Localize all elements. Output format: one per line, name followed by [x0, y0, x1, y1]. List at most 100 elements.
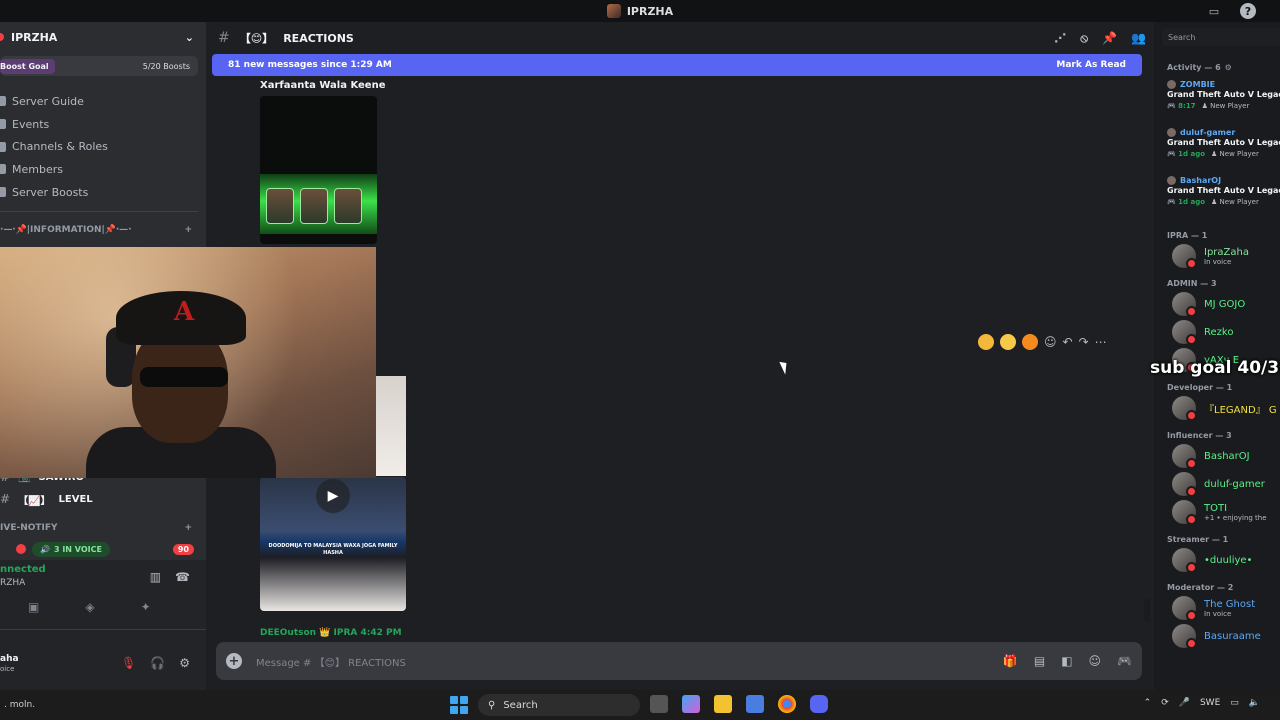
inbox-icon[interactable]: ▭: [1206, 3, 1222, 19]
new-messages-bar[interactable]: 81 new messages since 1:29 AM Mark As Re…: [212, 54, 1142, 76]
message-composer[interactable]: + Message # 【😊】 REACTIONS 🎁 ▤ ◧ ☺ 🎮: [216, 642, 1142, 680]
apps-icon[interactable]: 🎮: [1117, 654, 1132, 668]
play-icon[interactable]: ▶: [316, 479, 350, 513]
server-header[interactable]: IPRZHA ⌄: [0, 22, 206, 52]
file-explorer-icon[interactable]: [714, 695, 732, 713]
avatar: [1172, 320, 1197, 345]
pin-icon[interactable]: 📌: [1102, 31, 1117, 46]
nav-server-boosts[interactable]: Server Boosts: [0, 181, 206, 204]
boost-goal-bar[interactable]: Boost Goal 5/20 Boosts: [0, 56, 198, 76]
threads-icon[interactable]: ⋰: [1054, 31, 1066, 46]
headphones-muted-icon[interactable]: 🎧: [150, 656, 165, 670]
network-icon[interactable]: ▭: [1230, 698, 1239, 708]
add-reaction-icon[interactable]: ☺: [1044, 335, 1057, 349]
attach-plus-icon[interactable]: +: [226, 653, 242, 669]
chevron-up-icon[interactable]: ⌃: [1144, 698, 1152, 708]
video-attachment[interactable]: ▶ DOODOMIJA TO MALAYSIA WAXA JOGA FAMILY…: [260, 477, 406, 611]
hash-icon: #: [0, 492, 11, 507]
activity-card[interactable]: ZOMBIE Grand Theft Auto V Legacy 🎮 8:17 ♟ N…: [1154, 78, 1280, 126]
help-icon[interactable]: ?: [1240, 3, 1256, 19]
message-author[interactable]: Xarfaanta Wala Keene: [260, 80, 385, 91]
nav-channels-roles[interactable]: Channels & Roles: [0, 135, 206, 158]
mark-as-read-button[interactable]: Mark As Read: [1056, 60, 1126, 70]
more-options-icon[interactable]: ⋯: [1095, 335, 1107, 349]
avatar: [1172, 624, 1197, 649]
reply-icon[interactable]: ↶: [1063, 335, 1073, 349]
member-item[interactable]: Rezko: [1154, 318, 1280, 346]
message-input[interactable]: Message # 【😊】 REACTIONS: [256, 654, 406, 669]
member-name: •duuliye•: [1204, 554, 1253, 566]
member-item[interactable]: TOTI +1 • enjoying the: [1154, 498, 1280, 526]
activity-list: ZOMBIE Grand Theft Auto V Legacy 🎮 8:17 ♟ N…: [1154, 78, 1280, 222]
member-list-icon[interactable]: 👥: [1131, 31, 1146, 46]
chevron-down-icon[interactable]: ⌄: [185, 31, 194, 44]
reaction-emoji-2-icon[interactable]: [1000, 334, 1016, 350]
chrome-icon[interactable]: [778, 695, 796, 713]
gif-icon[interactable]: ▤: [1034, 654, 1045, 668]
activity-section-title: Activity — 6 ⚙: [1167, 62, 1232, 72]
forward-icon[interactable]: ↷: [1079, 335, 1089, 349]
member-item[interactable]: Basuraame: [1154, 622, 1280, 650]
avatar: [1172, 500, 1197, 525]
member-item[interactable]: MJ GOJO: [1154, 290, 1280, 318]
weather-text[interactable]: . moln.: [4, 700, 35, 710]
nav-members[interactable]: Members: [0, 158, 206, 181]
voice-channel-row[interactable]: 🔊 3 IN VOICE 90: [0, 538, 206, 560]
activity-user: BasharOJ: [1180, 175, 1222, 185]
member-item[interactable]: BasharOJ: [1154, 442, 1280, 470]
notifications-muted-icon[interactable]: ⦸: [1080, 31, 1088, 46]
member-name: The Ghost: [1204, 598, 1256, 610]
discord-icon[interactable]: [810, 695, 828, 713]
sticker-icon[interactable]: ◧: [1061, 654, 1072, 668]
search-input[interactable]: Search: [1162, 28, 1280, 46]
member-item[interactable]: The Ghost In voice: [1154, 594, 1280, 622]
reaction-fire-icon[interactable]: [1022, 334, 1038, 350]
sub-goal-overlay: sub goal 40/30: [1150, 358, 1280, 378]
mic-icon[interactable]: 🎤: [1179, 698, 1190, 708]
task-view-icon[interactable]: [650, 695, 668, 713]
copilot-icon[interactable]: [682, 695, 700, 713]
category-information[interactable]: ·—‧📌|INFORMATION|📌‧—· +: [0, 220, 206, 240]
next-message-author[interactable]: DEEOutson 👑 IPRA 4:42 PM: [260, 628, 402, 638]
channel-emoji: 【😊】: [239, 32, 274, 45]
disconnect-icon[interactable]: ☎: [175, 570, 190, 584]
reaction-emoji-1-icon[interactable]: [978, 334, 994, 350]
volume-icon[interactable]: 🔈: [1249, 698, 1260, 708]
activity-icon[interactable]: ◈: [85, 600, 94, 614]
category-live-notify[interactable]: IVE-NOTIFY +: [0, 518, 206, 538]
soundboard-icon[interactable]: ✦: [141, 600, 151, 614]
members-icon: [0, 164, 6, 175]
activity-card[interactable]: duluf-gamer Grand Theft Auto V Legacy 🎮 1d…: [1154, 126, 1280, 174]
member-status: In voice: [1204, 257, 1232, 266]
activity-card[interactable]: BasharOJ Grand Theft Auto V Legacy 🎮 1d ag…: [1154, 174, 1280, 222]
windows-start-icon[interactable]: [450, 696, 468, 714]
member-item[interactable]: 『LEGAND』 G: [1154, 394, 1280, 422]
member-group-title: Streamer — 1: [1167, 534, 1229, 544]
server-thumbnail: [606, 4, 621, 18]
taskbar-search[interactable]: ⚲ Search: [478, 694, 640, 716]
chat-scrollbar[interactable]: [1144, 598, 1150, 622]
in-voice-pill[interactable]: 🔊 3 IN VOICE: [32, 541, 110, 557]
nav-events[interactable]: Events: [0, 113, 206, 136]
channels-icon: [0, 141, 6, 152]
gear-icon[interactable]: ⚙: [179, 656, 190, 670]
store-icon[interactable]: [746, 695, 764, 713]
language-indicator[interactable]: SWE: [1200, 698, 1220, 708]
emoji-picker-icon[interactable]: ☺: [1089, 654, 1102, 668]
activity-tag: ♟ New Player: [1201, 102, 1250, 110]
member-item[interactable]: duluf-gamer: [1154, 470, 1280, 498]
soundwave-icon[interactable]: ▥: [150, 570, 161, 584]
member-item[interactable]: IpraZaha In voice: [1154, 242, 1280, 270]
gift-icon[interactable]: 🎁: [1003, 654, 1018, 668]
mic-muted-icon[interactable]: 🎙: [121, 656, 136, 670]
add-channel-icon[interactable]: +: [184, 225, 192, 235]
member-item[interactable]: •duuliye•: [1154, 546, 1280, 574]
sync-icon[interactable]: ⟳: [1161, 698, 1169, 708]
gear-icon[interactable]: ⚙: [1225, 63, 1232, 72]
nav-server-guide[interactable]: Server Guide: [0, 90, 206, 113]
channel-level[interactable]: # 【📈】 LEVEL: [0, 488, 206, 510]
avatar: [1167, 175, 1176, 185]
add-channel-icon[interactable]: +: [184, 523, 192, 533]
message-image-attachment[interactable]: [260, 96, 377, 244]
screen-share-icon[interactable]: ▣: [28, 600, 39, 614]
